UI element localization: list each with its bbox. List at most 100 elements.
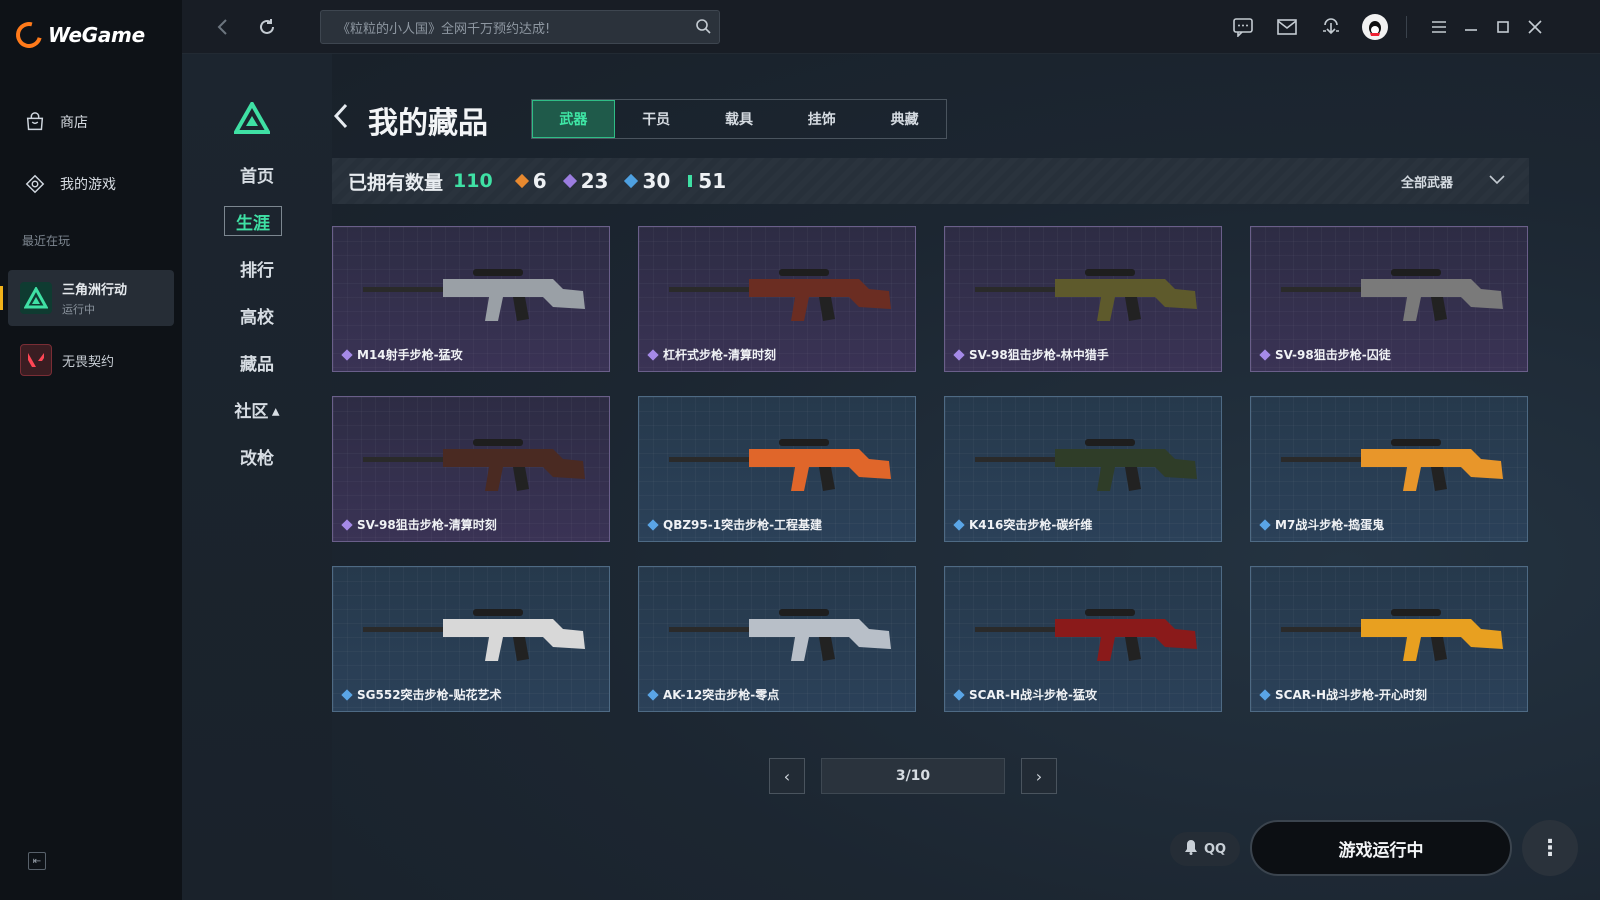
back-arrow-icon[interactable] [332,102,350,137]
item-name-text: M14射手步枪-猛攻 [357,348,463,362]
item-name-text: SG552突击步枪-贴花艺术 [357,688,502,702]
tab-collections[interactable]: 典藏 [863,100,946,138]
weapon-image [975,439,1197,491]
delta-force-icon [20,282,52,314]
rarity-diamond-icon [1259,348,1271,361]
tab-operators[interactable]: 干员 [615,100,698,138]
qq-button[interactable]: QQ [1170,832,1240,866]
next-page-button[interactable]: › [1021,758,1057,794]
collection-item-card[interactable]: SV-98狙击步枪-囚徒 [1250,226,1528,372]
tab-vehicles[interactable]: 载具 [698,100,781,138]
rarity-diamond-icon [341,688,353,701]
active-indicator [0,286,3,310]
weapon-image [1281,269,1503,321]
rarity-count-blue: 30 [624,169,670,193]
mail-icon[interactable] [1274,14,1300,40]
rarity-count-green: 51 [688,169,726,193]
item-name: QBZ95-1突击步枪-工程基建 [647,516,823,533]
sidebar-item-shop[interactable]: 商店 [0,102,182,142]
item-name-text: QBZ95-1突击步枪-工程基建 [663,518,823,532]
weapon-image [1281,439,1503,491]
rarity-count-purple: 23 [562,169,609,193]
game-running-button[interactable]: 游戏运行中 [1250,820,1512,876]
item-name: SV-98狙击步枪-林中猎手 [953,346,1109,363]
search-input[interactable]: 《粒粒的小人国》全网千万预约达成! [320,10,720,44]
collection-item-card[interactable]: M7战斗步枪-捣蛋鬼 [1250,396,1528,542]
rarity-count-value: 51 [698,169,727,193]
menu-icon[interactable] [1426,14,1452,40]
game-nav-collection[interactable]: 藏品 [182,350,332,375]
purple-diamond-icon [562,173,577,189]
rarity-diamond-icon [1259,688,1271,701]
download-icon[interactable] [1318,14,1344,40]
sidebar-item-my-games[interactable]: 我的游戏 [0,164,182,204]
game-nav-career[interactable]: 生涯 [224,206,282,236]
game-nav-home[interactable]: 首页 [182,162,332,187]
chat-icon[interactable] [1230,14,1256,40]
shop-bag-icon [26,112,44,131]
rarity-count-value: 23 [580,169,609,193]
rarity-diamond-icon [647,688,659,701]
chevron-up-icon: ▲ [268,406,280,418]
rarity-diamond-icon [647,518,659,531]
weapon-image [669,269,891,321]
collapse-sidebar-button[interactable]: ⇤ [28,852,46,870]
orange-diamond-icon [514,173,529,189]
minimize-icon[interactable] [1458,14,1484,40]
game-name: 无畏契约 [62,354,115,370]
item-name: M14射手步枪-猛攻 [341,346,463,363]
weapon-image [1281,609,1503,661]
item-name: SV-98狙击步枪-囚徒 [1259,346,1391,363]
rarity-count-value: 6 [532,169,547,193]
close-icon[interactable] [1522,14,1548,40]
item-name: SCAR-H战斗步枪-开心时刻 [1259,686,1427,703]
divider [1406,16,1407,38]
item-name: K416突击步枪-碳纤维 [953,516,1092,533]
item-name: SV-98狙击步枪-清算时刻 [341,516,497,533]
weapon-filter-dropdown[interactable]: 全部武器 [1401,172,1505,191]
collection-item-card[interactable]: AK-12突击步枪-零点 [638,566,916,712]
tab-charms[interactable]: 挂饰 [780,100,863,138]
item-name-text: SCAR-H战斗步枪-猛攻 [969,688,1097,702]
item-name: 杠杆式步枪-清算时刻 [647,346,776,363]
sidebar-item-label: 我的游戏 [60,177,116,193]
recent-game-delta-force[interactable]: 三角洲行动 运行中 [8,270,174,326]
collection-item-card[interactable]: SV-98狙击步枪-清算时刻 [332,396,610,542]
tab-weapons[interactable]: 武器 [532,100,615,138]
back-icon[interactable] [210,14,236,40]
item-name-text: SV-98狙击步枪-林中猎手 [969,348,1109,362]
collection-item-card[interactable]: SG552突击步枪-贴花艺术 [332,566,610,712]
collection-item-card[interactable]: QBZ95-1突击步枪-工程基建 [638,396,916,542]
prev-page-button[interactable]: ‹ [769,758,805,794]
owned-label: 已拥有数量 [348,171,444,194]
collection-item-card[interactable]: SV-98狙击步枪-林中猎手 [944,226,1222,372]
recent-game-valorant[interactable]: 无畏契约 [8,332,174,388]
wegame-logo[interactable]: WeGame [11,17,145,53]
search-placeholder: 《粒粒的小人国》全网千万预约达成! [337,21,551,37]
game-nav-community[interactable]: 社区 ▲ [182,397,332,422]
valorant-icon [20,344,52,376]
game-nav-college[interactable]: 高校 [182,303,332,328]
main-content: 我的藏品 武器 干员 载具 挂饰 典藏 已拥有数量 110 6 23 30 51… [332,54,1600,900]
owned-count: 110 [453,170,493,192]
maximize-icon[interactable] [1490,14,1516,40]
collection-item-card[interactable]: K416突击步枪-碳纤维 [944,396,1222,542]
chevron-down-icon [1489,174,1505,189]
pagination: ‹ 3/10 › [769,758,1057,794]
more-options-button[interactable]: ⋮ [1522,820,1578,876]
game-nav-gunsmith[interactable]: 改枪 [182,444,332,469]
collection-item-card[interactable]: M14射手步枪-猛攻 [332,226,610,372]
bell-icon [1184,839,1198,859]
filter-label: 全部武器 [1400,176,1453,191]
weapon-image [363,439,585,491]
item-name-text: M7战斗步枪-捣蛋鬼 [1275,518,1385,532]
collection-item-card[interactable]: 杠杆式步枪-清算时刻 [638,226,916,372]
game-nav-ranking[interactable]: 排行 [182,256,332,281]
search-icon[interactable] [695,18,711,38]
delta-force-logo-icon[interactable] [232,99,272,138]
collection-item-card[interactable]: SCAR-H战斗步枪-开心时刻 [1250,566,1528,712]
refresh-icon[interactable] [254,14,280,40]
collection-item-card[interactable]: SCAR-H战斗步枪-猛攻 [944,566,1222,712]
chevron-left-icon: ‹ [783,766,791,786]
avatar[interactable] [1362,14,1388,40]
